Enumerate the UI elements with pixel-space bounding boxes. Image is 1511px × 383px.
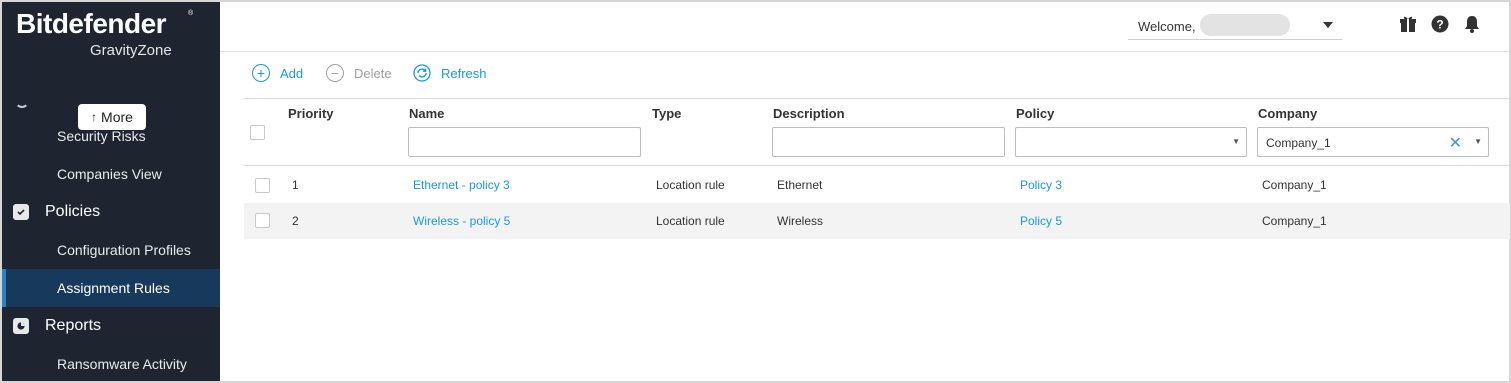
- username-redacted: [1200, 14, 1290, 36]
- table-row[interactable]: 2 Wireless - policy 5 Location rule Wire…: [244, 203, 1510, 239]
- column-header-priority[interactable]: Priority: [288, 106, 334, 121]
- registered-mark: ®: [188, 10, 194, 17]
- cell-priority: 1: [292, 178, 299, 192]
- dropdown-arrow-icon: ▼: [1232, 137, 1240, 146]
- sidebar-section-label: Policies: [45, 203, 101, 220]
- table-header: Priority Name Type Description Policy Co…: [244, 98, 1510, 166]
- product-name: GravityZone: [90, 42, 172, 59]
- sidebar-item-configuration-profiles[interactable]: Configuration Profiles: [57, 242, 191, 258]
- sidebar: Bitdefender ® GravityZone Security Risks…: [2, 2, 220, 381]
- delete-label: Delete: [354, 65, 392, 81]
- cell-type: Location rule: [656, 178, 725, 192]
- loading-icon: [15, 94, 29, 108]
- cell-company: Company_1: [1262, 214, 1327, 228]
- company-filter-value: Company_1: [1266, 136, 1331, 150]
- cell-description: Ethernet: [777, 178, 823, 192]
- cell-company: Company_1: [1262, 178, 1327, 192]
- delete-button[interactable]: − Delete: [326, 64, 392, 82]
- add-button[interactable]: + Add: [252, 64, 303, 82]
- column-header-policy[interactable]: Policy: [1016, 106, 1054, 121]
- cell-description: Wireless: [777, 214, 824, 228]
- cell-name-link[interactable]: Ethernet - policy 3: [413, 178, 510, 192]
- top-header: Welcome, ?: [220, 2, 1509, 52]
- description-filter-input[interactable]: [772, 127, 1005, 157]
- sidebar-section-policies[interactable]: Policies: [2, 195, 220, 229]
- user-menu[interactable]: Welcome,: [1128, 10, 1342, 40]
- row-checkbox[interactable]: [255, 178, 270, 193]
- chevron-down-icon: [1323, 20, 1333, 31]
- column-header-type[interactable]: Type: [652, 106, 681, 121]
- row-checkbox[interactable]: [255, 213, 270, 228]
- reports-icon: [13, 318, 29, 334]
- cell-type: Location rule: [656, 214, 725, 228]
- policy-filter-select[interactable]: ▼: [1015, 127, 1247, 157]
- sidebar-section-reports[interactable]: Reports: [2, 309, 220, 343]
- cell-policy-link[interactable]: Policy 5: [1020, 214, 1062, 228]
- refresh-button[interactable]: Refresh: [413, 64, 487, 82]
- column-header-company[interactable]: Company: [1258, 106, 1317, 121]
- sidebar-item-security-risks[interactable]: Security Risks: [57, 128, 146, 144]
- cell-priority: 2: [292, 214, 299, 228]
- company-filter-select[interactable]: Company_1 ✕ ▼: [1257, 127, 1489, 157]
- refresh-icon: [413, 64, 431, 82]
- cell-name-link[interactable]: Wireless - policy 5: [413, 214, 510, 228]
- dropdown-arrow-icon: ▼: [1474, 137, 1482, 146]
- table-row[interactable]: 1 Ethernet - policy 3 Location rule Ethe…: [244, 167, 1510, 203]
- cell-policy-link[interactable]: Policy 3: [1020, 178, 1062, 192]
- arrow-up-icon: ↑: [91, 110, 98, 124]
- sidebar-item-ransomware-activity[interactable]: Ransomware Activity: [57, 356, 187, 372]
- gift-icon[interactable]: [1398, 14, 1418, 34]
- refresh-label: Refresh: [441, 65, 487, 81]
- sidebar-item-companies-view[interactable]: Companies View: [57, 166, 162, 182]
- minus-icon: −: [326, 64, 344, 82]
- svg-text:?: ?: [1436, 18, 1443, 32]
- help-icon[interactable]: ?: [1430, 14, 1450, 34]
- bell-icon[interactable]: [1462, 14, 1482, 34]
- select-all-checkbox[interactable]: [250, 125, 265, 140]
- clear-icon[interactable]: ✕: [1449, 133, 1462, 153]
- policies-icon: [13, 204, 29, 220]
- name-filter-input[interactable]: [408, 127, 641, 157]
- more-button[interactable]: ↑ More: [78, 104, 146, 130]
- plus-icon: +: [252, 64, 270, 82]
- column-header-name[interactable]: Name: [409, 106, 444, 121]
- sidebar-section-label: Reports: [45, 317, 102, 334]
- column-header-description[interactable]: Description: [773, 106, 845, 121]
- welcome-label: Welcome,: [1138, 19, 1196, 34]
- brand-logo: Bitdefender: [16, 8, 167, 39]
- more-label: More: [101, 109, 133, 125]
- sidebar-item-assignment-rules[interactable]: Assignment Rules: [57, 280, 170, 296]
- add-label: Add: [280, 65, 304, 81]
